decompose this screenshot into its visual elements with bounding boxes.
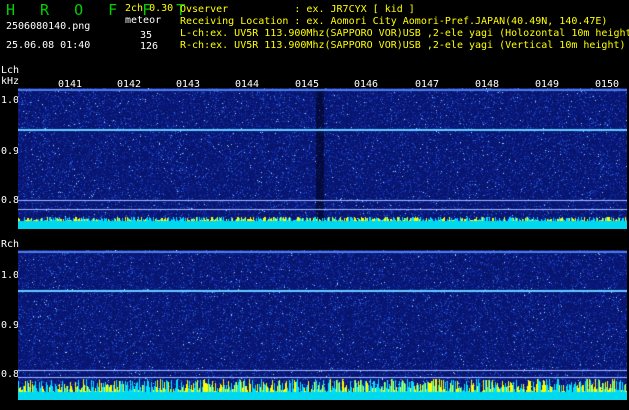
filename-label: 2506080140.png: [6, 21, 91, 32]
location-info: Receiving Location : ex. Aomori City Aom…: [180, 16, 608, 27]
lch-unit-label: kHz: [1, 76, 20, 87]
meteor-count-rch: 126: [140, 41, 159, 52]
lch-info: L-ch:ex. UV5R 113.900Mhz(SAPPORO VOR)USB…: [180, 28, 629, 39]
meteor-count-lch: 35: [140, 30, 153, 41]
lch-ytick: 1.0: [1, 95, 20, 106]
lch-ytick: 0.9: [1, 146, 20, 157]
lch-label: Lch: [1, 65, 20, 76]
rch-ytick: 0.8: [1, 369, 20, 380]
rch-ytick: 0.9: [1, 320, 20, 331]
rch-label: Rch: [1, 239, 20, 250]
lch-spectrogram: [18, 88, 627, 229]
datetime-label: 25.06.08 01:40: [6, 40, 91, 51]
rch-spectrogram: [18, 250, 627, 400]
observer-info: Ovserver : ex. JR7CYX [ kid ]: [180, 4, 415, 15]
version-label: 2ch 0.30: [125, 3, 174, 14]
rch-info: R-ch:ex. UV5R 113.900Mhz(SAPPORO VOR)USB…: [180, 40, 626, 51]
lch-ytick: 0.8: [1, 195, 20, 206]
meteor-count-label: meteor: [125, 15, 162, 26]
rch-ytick: 1.0: [1, 270, 20, 281]
